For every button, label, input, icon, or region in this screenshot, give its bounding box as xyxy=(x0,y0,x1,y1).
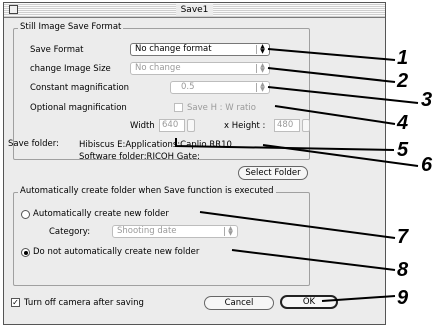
callout-line-1 xyxy=(267,48,396,61)
callout-number-5: 5 xyxy=(397,139,409,161)
callout-number-4: 4 xyxy=(397,112,409,134)
callout-number-1: 1 xyxy=(397,47,409,69)
callout-line-2 xyxy=(267,67,396,83)
callout-line-8 xyxy=(231,249,396,271)
callout-line-7 xyxy=(199,211,396,239)
callout-number-2: 2 xyxy=(397,70,409,92)
callout-number-7: 7 xyxy=(397,226,409,248)
callout-number-3: 3 xyxy=(421,89,433,111)
callout-number-9: 9 xyxy=(397,287,409,309)
callout-number-6: 6 xyxy=(421,154,433,176)
callout-line-4 xyxy=(274,105,396,125)
callout-lines xyxy=(175,48,419,302)
callout-line-9 xyxy=(321,295,396,302)
callout-number-8: 8 xyxy=(397,259,409,281)
callout-line-3 xyxy=(267,86,419,104)
